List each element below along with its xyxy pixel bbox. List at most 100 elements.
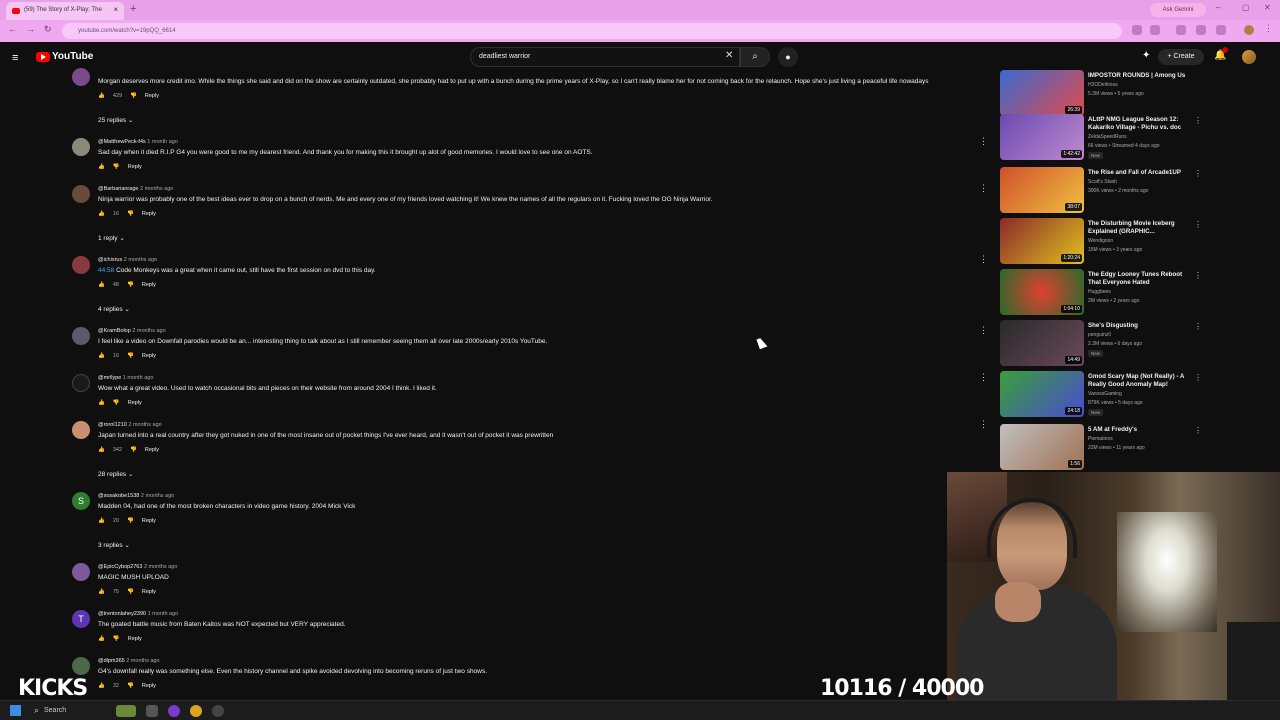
video-timestamp-link[interactable]: 44:58 [98, 267, 114, 274]
video-kebab-icon[interactable]: ⋮ [1194, 426, 1202, 435]
extension-icon[interactable] [1132, 25, 1142, 35]
youtube-logo-text[interactable]: YouTube [52, 51, 93, 62]
comment-kebab-icon[interactable]: ⋮ [979, 325, 988, 336]
dislike-icon[interactable]: 👎 [127, 518, 134, 524]
dislike-icon[interactable]: 👎 [127, 211, 134, 217]
comment-kebab-icon[interactable]: ⋮ [979, 254, 988, 265]
reply-button[interactable]: Reply [128, 164, 142, 170]
close-window-icon[interactable]: ✕ [1264, 3, 1271, 12]
video-thumbnail[interactable]: 1:56 [1000, 424, 1084, 470]
chrome-icon[interactable] [190, 705, 202, 717]
video-channel[interactable]: VanossGaming [1088, 391, 1122, 397]
ask-gemini-button[interactable]: Ask Gemini [1150, 3, 1206, 17]
video-title[interactable]: The Edgy Looney Tunes Reboot That Everyo… [1088, 271, 1192, 287]
comment-avatar[interactable] [72, 563, 90, 581]
video-thumbnail[interactable]: 38:07 [1000, 167, 1084, 213]
reply-button[interactable]: Reply [142, 282, 156, 288]
video-thumbnail[interactable]: 14:49 [1000, 320, 1084, 366]
extension-icon[interactable] [1196, 25, 1206, 35]
comment-avatar[interactable] [72, 185, 90, 203]
account-avatar[interactable] [1242, 50, 1256, 64]
video-channel[interactable]: Wendigoon [1088, 238, 1113, 244]
dislike-icon[interactable]: 👎 [113, 164, 120, 170]
video-title[interactable]: 5 AM at Freddy's [1088, 426, 1192, 434]
video-thumbnail[interactable]: 1:42:42 [1000, 114, 1084, 160]
video-title[interactable]: IMPOSTOR ROUNDS | Among Us [1088, 72, 1192, 80]
taskbar-search[interactable]: Search [30, 704, 110, 718]
reply-button[interactable]: Reply [128, 400, 142, 406]
forward-icon[interactable]: → [26, 24, 35, 34]
video-kebab-icon[interactable]: ⋮ [1194, 373, 1202, 382]
video-channel[interactable]: Scott's Stash [1088, 179, 1117, 185]
dislike-icon[interactable]: 👎 [130, 93, 137, 99]
reply-button[interactable]: Reply [142, 518, 156, 524]
recommended-video[interactable]: 26:39 IMPOSTOR ROUNDS | Among Us H2ODeli… [998, 70, 1203, 116]
comment-avatar[interactable] [72, 138, 90, 156]
video-channel[interactable]: penguinz0 [1088, 332, 1111, 338]
video-title[interactable]: The Disturbing Movie Iceberg Explained (… [1088, 220, 1192, 236]
minimize-icon[interactable]: – [1216, 3, 1220, 12]
comment-author[interactable]: @EpicCybop2763 [98, 564, 142, 570]
video-thumbnail[interactable]: 1:20:24 [1000, 218, 1084, 264]
video-thumbnail[interactable]: 1:04:10 [1000, 269, 1084, 315]
bookmark-star-icon[interactable] [1150, 25, 1160, 35]
comment-kebab-icon[interactable]: ⋮ [979, 419, 988, 430]
reply-button[interactable]: Reply [128, 636, 142, 642]
taskbar-widget-icon[interactable] [116, 705, 136, 717]
view-replies-button[interactable]: 3 replies ⌄ [98, 541, 130, 549]
recommended-video[interactable]: 38:07 The Rise and Fall of Arcade1UP Sco… [998, 167, 1203, 213]
dislike-icon[interactable]: 👎 [127, 353, 134, 359]
like-icon[interactable]: 👍 [98, 447, 105, 453]
reply-button[interactable]: Reply [145, 93, 159, 99]
like-icon[interactable]: 👍 [98, 589, 105, 595]
comment-author[interactable]: @mrllype [98, 375, 121, 381]
back-icon[interactable]: ← [8, 24, 17, 34]
view-replies-button[interactable]: 4 replies ⌄ [98, 305, 130, 313]
comment-kebab-icon[interactable]: ⋮ [979, 136, 988, 147]
like-icon[interactable]: 👍 [98, 518, 105, 524]
view-replies-button[interactable]: 1 reply ⌄ [98, 234, 125, 242]
dislike-icon[interactable]: 👎 [113, 400, 120, 406]
comment-avatar[interactable] [72, 68, 90, 86]
recommended-video[interactable]: 14:49 She's Disgusting penguinz0 2.3M vi… [998, 320, 1203, 366]
windows-start-icon[interactable] [10, 705, 21, 716]
comment-avatar[interactable]: T [72, 610, 90, 628]
create-button[interactable]: + Create [1158, 49, 1204, 65]
reply-button[interactable]: Reply [142, 353, 156, 359]
profile-avatar-icon[interactable] [1244, 25, 1254, 35]
dislike-icon[interactable]: 👎 [127, 589, 134, 595]
recommended-video[interactable]: 1:04:10 The Edgy Looney Tunes Reboot Tha… [998, 269, 1203, 315]
comment-author[interactable]: @KramBolop [98, 328, 131, 334]
app-icon[interactable] [212, 705, 224, 717]
video-kebab-icon[interactable]: ⋮ [1194, 169, 1202, 178]
like-icon[interactable]: 👍 [98, 211, 105, 217]
new-tab-button[interactable]: + [130, 3, 136, 15]
like-icon[interactable]: 👍 [98, 164, 105, 170]
video-thumbnail[interactable]: 24:18 [1000, 371, 1084, 417]
video-channel[interactable]: Huggbees [1088, 289, 1111, 295]
recommended-video[interactable]: 1:20:24 The Disturbing Movie Iceberg Exp… [998, 218, 1203, 264]
dislike-icon[interactable]: 👎 [127, 282, 134, 288]
comment-avatar[interactable] [72, 421, 90, 439]
video-kebab-icon[interactable]: ⋮ [1194, 220, 1202, 229]
url-field[interactable]: youtube.com/watch?v=19pQQ_6614 [62, 23, 1122, 39]
comment-avatar[interactable] [72, 327, 90, 345]
maximize-icon[interactable]: ▢ [1242, 3, 1250, 12]
recommended-video[interactable]: 24:18 Gmod Scary Map (Not Really) - A Re… [998, 371, 1203, 417]
comment-kebab-icon[interactable]: ⋮ [979, 372, 988, 383]
close-tab-icon[interactable]: × [113, 5, 118, 14]
clear-search-icon[interactable]: ✕ [725, 50, 733, 61]
like-icon[interactable]: 👍 [98, 400, 105, 406]
comment-author[interactable]: @MatthewPeck-f4s [98, 139, 146, 145]
extension-icon[interactable] [1216, 25, 1226, 35]
comment-author[interactable]: @sosakobe1538 [98, 493, 139, 499]
file-explorer-icon[interactable] [146, 705, 158, 717]
reply-button[interactable]: Reply [145, 447, 159, 453]
comment-avatar[interactable] [72, 374, 90, 392]
video-kebab-icon[interactable]: ⋮ [1194, 322, 1202, 331]
youtube-logo-icon[interactable] [36, 52, 50, 62]
dislike-icon[interactable]: 👎 [127, 683, 134, 689]
recommended-video[interactable]: 1:56 5 AM at Freddy's Piemations 22M vie… [998, 424, 1203, 470]
browser-tab[interactable]: (59) The Story of X-Play: The × [6, 2, 124, 20]
obs-icon[interactable] [168, 705, 180, 717]
